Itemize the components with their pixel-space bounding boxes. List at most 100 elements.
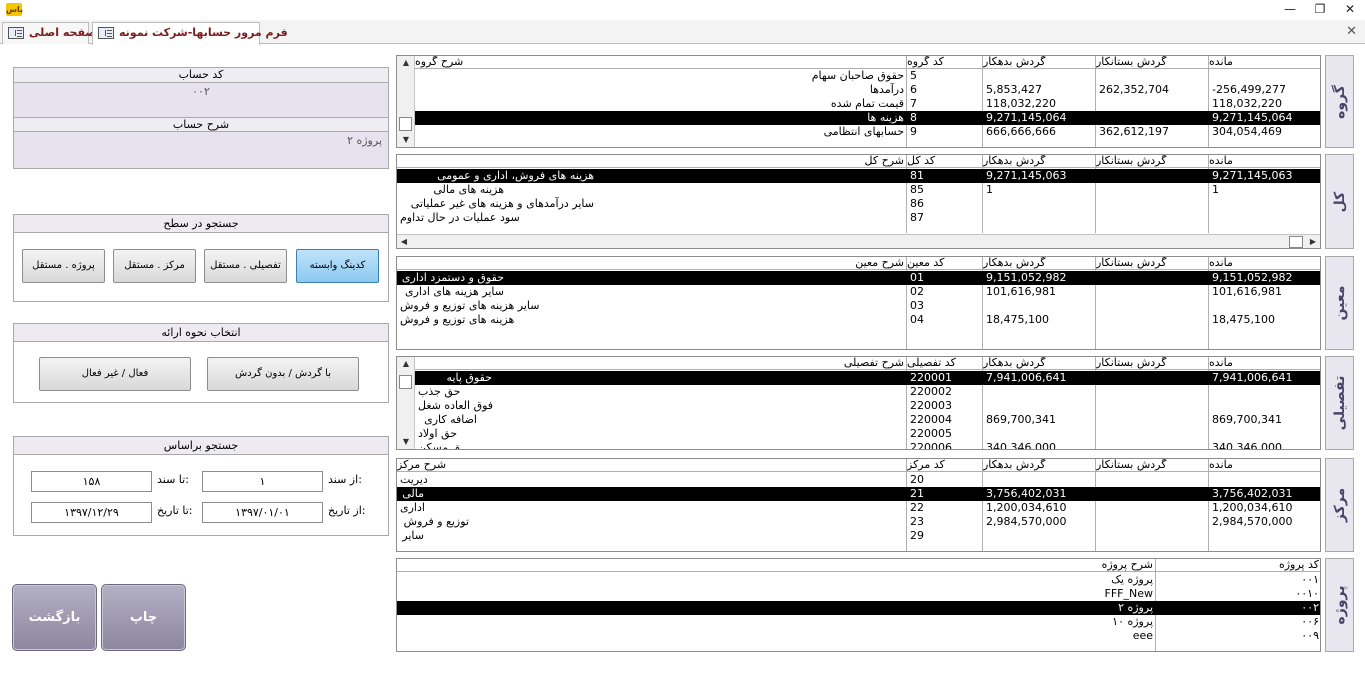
to-date-input[interactable]: ۱۳۹۷/۱۲/۲۹: [31, 502, 152, 523]
back-button[interactable]: بازگشت: [12, 584, 97, 651]
restore-button[interactable]: ❐: [1305, 0, 1335, 20]
table-row[interactable]: توزیع و فروش 23 2,984,570,000 2,984,570,…: [397, 515, 1320, 529]
table-row[interactable]: فوق العاده شغل 220003: [415, 399, 1320, 413]
active-inactive-button[interactable]: فعال / غیر فعال: [39, 357, 191, 391]
table-row-selected[interactable]: هزینه های فروش، اداری و عمومی 81 9,271,1…: [397, 169, 1320, 183]
from-doc-label: از سند:: [328, 473, 362, 486]
dependent-coding-button[interactable]: کدینگ وابسته: [296, 249, 379, 283]
table-row[interactable]: سایر هزینه های اداری 02 101,616,981 101,…: [397, 285, 1320, 299]
table-row-selected[interactable]: مالی 21 3,756,402,031 3,756,402,031: [397, 487, 1320, 501]
cell-code: 85: [910, 183, 924, 196]
table-row[interactable]: eee ۰۰۹: [397, 629, 1320, 643]
cell-code: 04: [910, 313, 924, 326]
scroll-up-icon[interactable]: ▲: [397, 358, 415, 370]
tab-accounts-browse[interactable]: فرم مرور حسابها-شرکت نمونه: [92, 22, 288, 45]
scroll-thumb[interactable]: [399, 375, 412, 389]
table-row[interactable]: سود عملیات در حال تداوم 87: [397, 211, 1320, 225]
scroll-down-icon[interactable]: ▼: [397, 134, 415, 146]
account-desc-caption: شرح حساب: [14, 117, 388, 132]
table-row[interactable]: هزینه های مالی 85 1 1: [397, 183, 1320, 197]
cell-balance: [1209, 529, 1320, 543]
side-label-markaz-text: مرکز: [1331, 487, 1348, 523]
scroll-right-icon[interactable]: ▶: [1307, 235, 1319, 248]
kol-hscroll[interactable]: ◀ ▶: [397, 234, 1320, 248]
cell-balance: 9,271,145,063: [1212, 169, 1293, 182]
col-header-code: کد تفصیلی: [907, 357, 983, 370]
cell-code: 5: [910, 69, 917, 82]
scroll-up-icon[interactable]: ▲: [397, 57, 415, 69]
from-date-input[interactable]: ۱۳۹۷/۰۱/۰۱: [202, 502, 323, 523]
tafsili-vscroll[interactable]: ▲ ▼: [397, 357, 415, 449]
cell-desc: حقوق پایه: [446, 371, 492, 384]
table-row[interactable]: اضافه کاری 220004 869,700,341 869,700,34…: [415, 413, 1320, 427]
cell-balance: 340,346,000: [1212, 441, 1282, 450]
scroll-left-icon[interactable]: ◀: [398, 235, 410, 248]
cell-desc: حقوق صاحبان سهام: [811, 69, 904, 82]
cell-desc: مالی: [402, 487, 424, 500]
table-row-selected[interactable]: حقوق و دستمزد اداری 01 9,151,052,982 9,1…: [397, 271, 1320, 285]
cell-desc: حق اولاد: [418, 427, 458, 440]
print-button[interactable]: چاپ: [101, 584, 186, 651]
table-row[interactable]: حق مسکن 220006 340,346,000 340,346,000: [415, 441, 1320, 450]
scroll-thumb[interactable]: [1289, 236, 1303, 248]
account-info-panel: کد حساب ۰۰۲ شرح حساب پروژه ۲: [13, 67, 389, 169]
col-header-code: کد گروه: [907, 56, 983, 69]
cell-credit: [1096, 501, 1209, 515]
cell-desc: سایر درآمدهای و هزینه های غیر عملیاتی: [410, 197, 594, 210]
table-row[interactable]: هزینه های توزیع و فروش 04 18,475,100 18,…: [397, 313, 1320, 327]
table-row[interactable]: FFF_New ۰۰۱۰: [397, 587, 1320, 601]
table-row[interactable]: پروژه ۱۰ ۰۰۶: [397, 615, 1320, 629]
cell-credit: [1096, 515, 1209, 529]
center-independent-button[interactable]: مرکز . مستقل: [113, 249, 196, 283]
with-without-turnover-button[interactable]: با گردش / بدون گردش: [207, 357, 359, 391]
tab-home[interactable]: صفحه اصلی: [2, 22, 96, 44]
cell-desc: درآمدها: [869, 83, 904, 96]
scroll-thumb[interactable]: [399, 117, 412, 131]
cell-code: ۰۰۱۰: [1295, 587, 1319, 600]
table-row[interactable]: قیمت تمام شده 7 118,032,220 118,032,220: [415, 97, 1320, 111]
table-row[interactable]: سایر 29: [397, 529, 1320, 543]
table-row[interactable]: سایر هزینه های توزیع و فروش 03: [397, 299, 1320, 313]
table-row[interactable]: حق اولاد 220005: [415, 427, 1320, 441]
cell-balance: 9,151,052,982: [1212, 271, 1293, 284]
cell-credit: [1096, 183, 1209, 197]
col-header-credit: گردش بستانکار: [1096, 257, 1209, 270]
side-label-kol: کل: [1325, 154, 1354, 249]
from-doc-input[interactable]: ۱: [202, 471, 323, 492]
cell-code: 03: [910, 299, 924, 312]
app-logo-icon: یاس: [6, 3, 24, 16]
markaz-grid: شرح مرکز کد مرکز گردش بدهکار گردش بستانک…: [396, 458, 1321, 552]
cell-balance: [1209, 197, 1320, 211]
cell-balance: 304,054,469: [1212, 125, 1282, 138]
minimize-button[interactable]: —: [1275, 0, 1305, 20]
table-row[interactable]: درآمدها 6 5,853,427 262,352,704 -256,499…: [415, 83, 1320, 97]
cell-code: 220006: [910, 441, 952, 450]
cell-code: 21: [910, 487, 924, 500]
table-row[interactable]: مدیریت 20: [397, 473, 1320, 487]
col-header-desc: شرح کل: [397, 155, 907, 168]
cell-desc: سایر هزینه های توزیع و فروش: [400, 299, 540, 312]
cell-desc: اداری: [400, 501, 425, 514]
to-doc-input[interactable]: ۱۵۸: [31, 471, 152, 492]
group-vscroll[interactable]: ▲ ▼: [397, 56, 415, 147]
table-row[interactable]: سایر درآمدهای و هزینه های غیر عملیاتی 86: [397, 197, 1320, 211]
table-row-selected[interactable]: هزینه ها 8 9,271,145,064 9,271,145,064: [415, 111, 1320, 125]
table-row[interactable]: اداری 22 1,200,034,610 1,200,034,610: [397, 501, 1320, 515]
cell-debit: 101,616,981: [986, 285, 1056, 298]
table-row[interactable]: پروژه یک ۰۰۱: [397, 573, 1320, 587]
detail-independent-button[interactable]: تفصیلی . مستقل: [204, 249, 287, 283]
cell-debit: 118,032,220: [986, 97, 1056, 110]
scroll-down-icon[interactable]: ▼: [397, 436, 415, 448]
project-independent-button[interactable]: پروژه . مستقل: [22, 249, 105, 283]
cell-desc: هزینه های فروش، اداری و عمومی: [437, 169, 594, 182]
table-row[interactable]: حسابهای انتظامی 9 666,666,666 362,612,19…: [415, 125, 1320, 139]
table-row[interactable]: حق جذب 220002: [415, 385, 1320, 399]
table-row-selected[interactable]: حقوق پایه 220001 7,941,006,641 7,941,006…: [415, 371, 1320, 385]
table-row-selected[interactable]: پروژه ۲ ۰۰۲: [397, 601, 1320, 615]
cell-desc: هزینه های مالی: [433, 183, 504, 196]
table-row[interactable]: حقوق صاحبان سهام 5: [415, 69, 1320, 83]
cell-debit: 666,666,666: [986, 125, 1056, 138]
close-tab-icon[interactable]: ✕: [1346, 24, 1357, 39]
cell-debit: 340,346,000: [986, 441, 1056, 450]
close-button[interactable]: ✕: [1335, 0, 1365, 20]
